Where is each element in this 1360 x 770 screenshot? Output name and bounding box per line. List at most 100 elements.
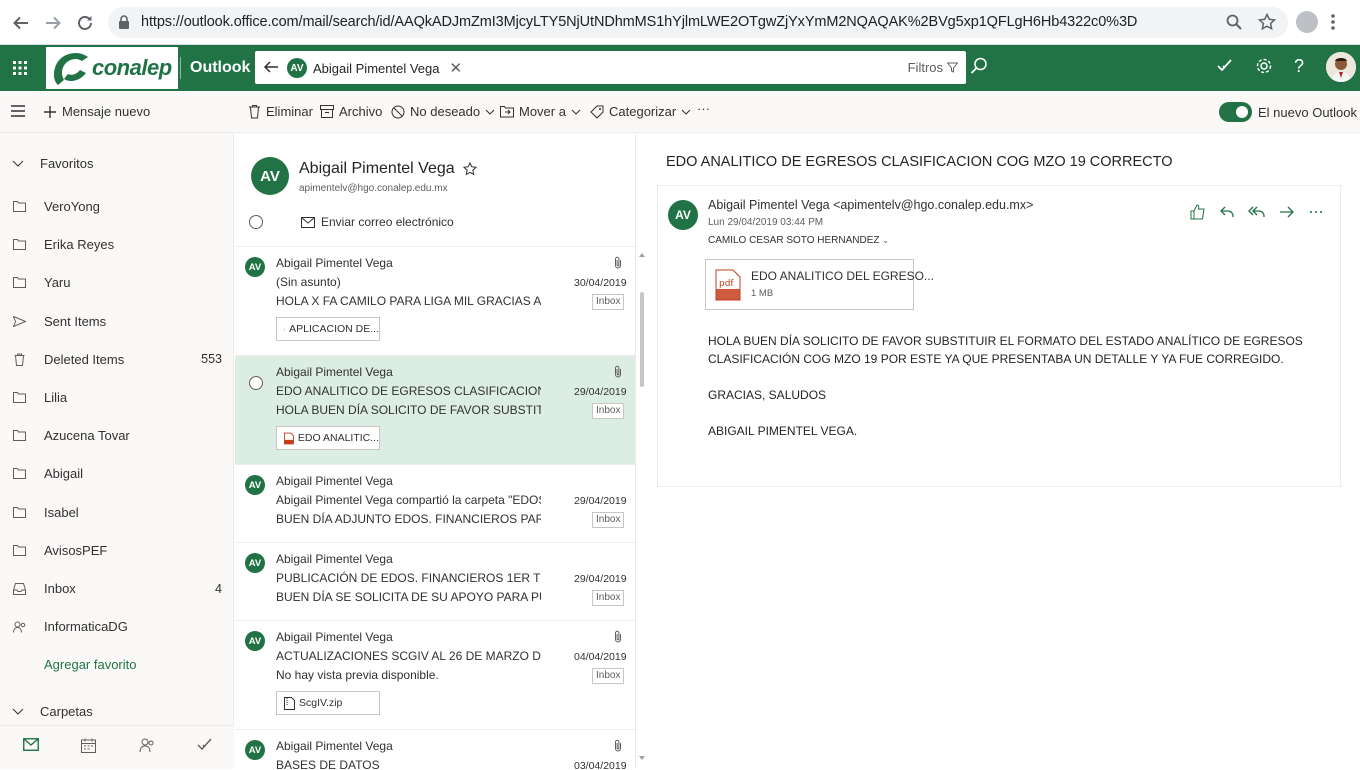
new-message-button[interactable]: Mensaje nuevo <box>43 104 150 119</box>
search-back-arrow-icon[interactable] <box>263 59 279 75</box>
favorite-folder-item[interactable]: AvisosPEF <box>12 543 222 558</box>
recipient-line[interactable]: CAMILO CESAR SOTO HERNANDEZ ⌄ <box>708 235 889 246</box>
favorites-header[interactable]: Favoritos <box>12 156 93 171</box>
todo-check-icon[interactable] <box>1216 57 1234 75</box>
search-box[interactable]: AV Abigail Pimentel Vega ✕ Filtros <box>255 51 966 84</box>
favorite-folder-item[interactable]: Inbox4 <box>12 581 222 596</box>
forward-arrow-icon[interactable] <box>42 12 64 34</box>
attachment-chip[interactable]: EDO ANALITIC... <box>276 426 380 450</box>
folder-name: Inbox <box>44 581 76 596</box>
new-outlook-toggle[interactable] <box>1219 102 1252 122</box>
message-list-item[interactable]: Abigail Pimentel VegaEDO ANALITICO DE EG… <box>235 356 636 465</box>
forward-icon[interactable] <box>1279 204 1295 220</box>
folder-name: Lilia <box>44 390 67 405</box>
message-preview: BUEN DÍA ADJUNTO EDOS. FINANCIEROS PARA … <box>276 512 541 526</box>
suite-header: conalep Outlook AV Abigail Pimentel Vega… <box>0 45 1360 91</box>
favorite-folder-item[interactable]: InformaticaDG <box>12 619 222 634</box>
remove-chip-icon[interactable]: ✕ <box>449 59 462 77</box>
attachment-card[interactable]: pdf EDO ANALITICO DEL EGRESO... 1 MB <box>705 259 914 310</box>
search-person-chip[interactable]: AV Abigail Pimentel Vega ✕ <box>287 56 462 80</box>
message-list-item[interactable]: AVAbigail Pimentel VegaACTUALIZACIONES S… <box>235 621 636 730</box>
message-list-item[interactable]: AVAbigail Pimentel VegaPUBLICACIÓN DE ED… <box>235 543 636 621</box>
message-list-item[interactable]: AVAbigail Pimentel Vega(Sin asunto)30/04… <box>235 247 636 356</box>
body-paragraph: GRACIAS, SALUDOS <box>708 386 1318 404</box>
send-icon <box>12 316 26 327</box>
archive-button[interactable]: Archivo <box>320 104 382 119</box>
more-actions-button[interactable]: ··· <box>697 101 710 116</box>
select-all-radio[interactable] <box>249 215 263 229</box>
gear-icon[interactable] <box>1255 57 1273 75</box>
attachment-chip-name: EDO ANALITIC... <box>298 432 379 444</box>
reply-all-icon[interactable] <box>1248 204 1266 220</box>
sender-avatar[interactable]: AV <box>668 200 698 230</box>
people-icon[interactable] <box>139 738 155 753</box>
favorite-folder-item[interactable]: Lilia <box>12 390 222 405</box>
search-icon[interactable] <box>970 57 988 75</box>
message-date: 30/04/2019 <box>574 277 627 289</box>
message-list-item[interactable]: AVAbigail Pimentel VegaAbigail Pimentel … <box>235 465 636 543</box>
favorite-folder-item[interactable]: Abigail <box>12 466 222 481</box>
bookmark-star-icon[interactable] <box>1258 13 1276 31</box>
message-datetime: Lun 29/04/2019 03:44 PM <box>708 217 823 228</box>
sender-line[interactable]: Abigail Pimentel Vega <apimentelv@hgo.co… <box>708 198 1033 212</box>
favorite-folder-item[interactable]: Sent Items <box>12 314 222 329</box>
help-icon[interactable]: ? <box>1294 56 1304 77</box>
favorite-folder-item[interactable]: Yaru <box>12 275 222 290</box>
message-preview: No hay vista previa disponible. <box>276 668 541 682</box>
message-list-item[interactable]: AVAbigail Pimentel VegaBASES DE DATOS03/… <box>235 730 636 769</box>
favorite-folder-item[interactable]: Deleted Items553 <box>12 352 222 367</box>
address-bar[interactable]: https://outlook.office.com/mail/search/i… <box>108 7 1288 38</box>
delete-button[interactable]: Eliminar <box>248 104 313 119</box>
message-subject-line: BASES DE DATOS <box>276 758 541 769</box>
browser-menu-icon[interactable] <box>1330 12 1336 32</box>
plus-icon <box>43 105 57 119</box>
folders-header[interactable]: Carpetas <box>12 704 93 719</box>
message-select-radio[interactable] <box>249 376 263 390</box>
folder-tag-badge: Inbox <box>592 590 624 606</box>
organization-logo[interactable]: conalep <box>46 47 178 89</box>
command-bar: Mensaje nuevo Eliminar Archivo No desead… <box>0 91 1360 133</box>
tasks-icon[interactable] <box>197 738 213 752</box>
expand-recipients-icon[interactable]: ⌄ <box>882 236 889 245</box>
move-to-button[interactable]: Mover a <box>500 104 581 119</box>
pdf-file-icon <box>284 432 294 445</box>
url-text: https://outlook.office.com/mail/search/i… <box>141 14 1137 30</box>
attachment-name: EDO ANALITICO DEL EGRESO... <box>751 269 934 283</box>
chevron-down-icon <box>12 708 24 716</box>
more-options-icon[interactable] <box>1308 204 1324 220</box>
filters-button[interactable]: Filtros <box>908 60 958 75</box>
message-list-scrollbar[interactable] <box>640 250 644 770</box>
person-avatar[interactable]: AV <box>251 157 289 195</box>
categorize-label: Categorizar <box>609 104 676 119</box>
favorite-folder-item[interactable]: Erika Reyes <box>12 237 222 252</box>
attachment-chip[interactable]: ScgIV.zip <box>276 691 380 715</box>
add-favorite-link[interactable]: Agregar favorito <box>44 657 137 672</box>
favorite-folder-item[interactable]: Isabel <box>12 505 222 520</box>
favorite-folder-item[interactable]: VeroYong <box>12 199 222 214</box>
attachment-chip[interactable]: APLICACION DE... <box>276 317 380 341</box>
user-avatar[interactable] <box>1326 52 1356 82</box>
message-subject-line: PUBLICACIÓN DE EDOS. FINANCIEROS 1ER TRI… <box>276 571 541 585</box>
categorize-button[interactable]: Categorizar <box>590 104 691 119</box>
browser-profile-icon[interactable] <box>1296 11 1318 33</box>
app-name[interactable]: Outlook <box>190 59 250 77</box>
favorite-folder-item[interactable]: Azucena Tovar <box>12 428 222 443</box>
mail-icon[interactable] <box>23 738 39 751</box>
reply-icon[interactable] <box>1219 204 1235 220</box>
chip-name: Abigail Pimentel Vega <box>313 61 439 76</box>
app-launcher-icon[interactable] <box>0 45 40 91</box>
zoom-icon[interactable] <box>1226 14 1242 30</box>
chevron-down-icon <box>12 160 24 168</box>
junk-button[interactable]: No deseado <box>391 104 495 119</box>
message-from: Abigail Pimentel Vega <box>276 256 393 270</box>
calendar-icon[interactable] <box>81 738 96 753</box>
like-thumb-icon[interactable] <box>1190 204 1206 220</box>
favorite-star-icon[interactable] <box>463 162 477 176</box>
send-email-link[interactable]: Enviar correo electrónico <box>301 215 454 229</box>
scrollbar-thumb[interactable] <box>640 292 644 387</box>
reload-icon[interactable] <box>74 12 96 34</box>
hamburger-icon[interactable] <box>10 104 26 118</box>
envelope-icon <box>301 217 315 228</box>
person-name[interactable]: Abigail Pimentel Vega <box>299 160 455 178</box>
back-arrow-icon[interactable] <box>10 12 32 34</box>
